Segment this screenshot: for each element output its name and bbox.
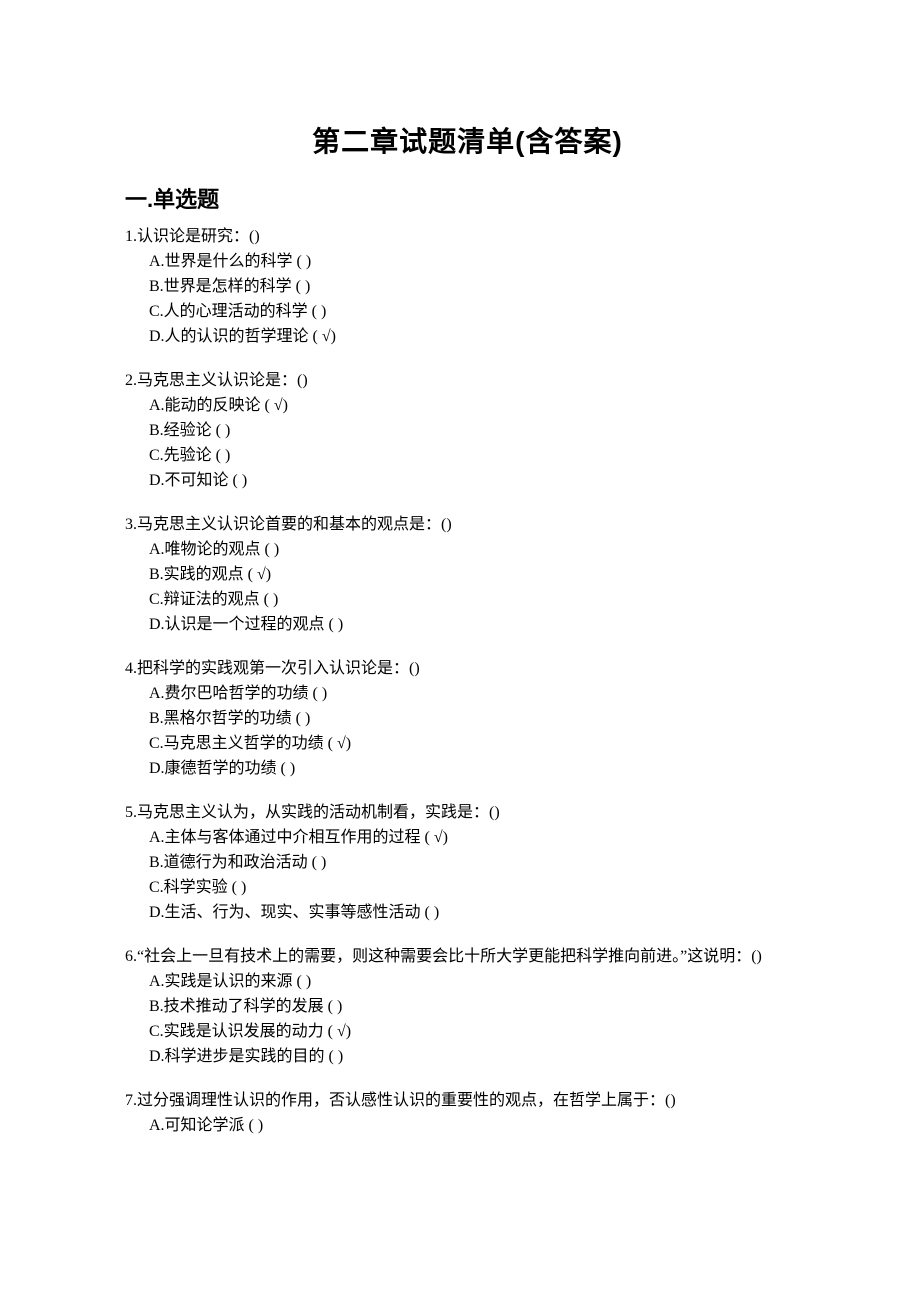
question-block: 6.“社会上一旦有技术上的需要，则这种需要会比十所大学更能把科学推向前进。”这说…	[125, 945, 810, 1069]
question-list: 1.认识论是研究：()A.世界是什么的科学 ( )B.世界是怎样的科学 ( )C…	[125, 225, 810, 1139]
question-option: C.辩证法的观点 ( )	[149, 588, 810, 613]
question-block: 1.认识论是研究：()A.世界是什么的科学 ( )B.世界是怎样的科学 ( )C…	[125, 225, 810, 349]
question-option: A.能动的反映论 ( √)	[149, 394, 810, 419]
question-option: B.经验论 ( )	[149, 419, 810, 444]
question-option: A.实践是认识的来源 ( )	[149, 970, 810, 995]
question-block: 4.把科学的实践观第一次引入认识论是：()A.费尔巴哈哲学的功绩 ( )B.黑格…	[125, 657, 810, 781]
question-stem: 1.认识论是研究：()	[125, 225, 810, 250]
question-option: A.可知论学派 ( )	[149, 1114, 810, 1139]
question-option: B.技术推动了科学的发展 ( )	[149, 995, 810, 1020]
question-option: D.康德哲学的功绩 ( )	[149, 757, 810, 782]
question-option: B.道德行为和政治活动 ( )	[149, 851, 810, 876]
question-option: D.人的认识的哲学理论 ( √)	[149, 325, 810, 350]
question-stem: 7.过分强调理性认识的作用，否认感性认识的重要性的观点，在哲学上属于：()	[125, 1089, 810, 1114]
question-option: A.世界是什么的科学 ( )	[149, 250, 810, 275]
question-block: 7.过分强调理性认识的作用，否认感性认识的重要性的观点，在哲学上属于：()A.可…	[125, 1089, 810, 1139]
question-block: 5.马克思主义认为，从实践的活动机制看，实践是：()A.主体与客体通过中介相互作…	[125, 801, 810, 925]
question-stem: 4.把科学的实践观第一次引入认识论是：()	[125, 657, 810, 682]
question-option: C.马克思主义哲学的功绩 ( √)	[149, 732, 810, 757]
question-option: B.实践的观点 ( √)	[149, 563, 810, 588]
question-option: A.主体与客体通过中介相互作用的过程 ( √)	[149, 826, 810, 851]
question-option: B.世界是怎样的科学 ( )	[149, 275, 810, 300]
section-heading: 一.单选题	[125, 183, 810, 217]
question-stem: 5.马克思主义认为，从实践的活动机制看，实践是：()	[125, 801, 810, 826]
question-option: C.人的心理活动的科学 ( )	[149, 300, 810, 325]
question-stem: 3.马克思主义认识论首要的和基本的观点是：()	[125, 513, 810, 538]
question-option: D.科学进步是实践的目的 ( )	[149, 1045, 810, 1070]
question-option: B.黑格尔哲学的功绩 ( )	[149, 707, 810, 732]
question-block: 2.马克思主义认识论是：()A.能动的反映论 ( √)B.经验论 ( )C.先验…	[125, 369, 810, 493]
question-stem: 2.马克思主义认识论是：()	[125, 369, 810, 394]
question-option: A.费尔巴哈哲学的功绩 ( )	[149, 682, 810, 707]
question-option: C.先验论 ( )	[149, 444, 810, 469]
question-option: D.生活、行为、现实、实事等感性活动 ( )	[149, 901, 810, 926]
question-stem: 6.“社会上一旦有技术上的需要，则这种需要会比十所大学更能把科学推向前进。”这说…	[125, 945, 810, 970]
question-option: D.不可知论 ( )	[149, 469, 810, 494]
question-block: 3.马克思主义认识论首要的和基本的观点是：()A.唯物论的观点 ( )B.实践的…	[125, 513, 810, 637]
document-title: 第二章试题清单(含答案)	[125, 120, 810, 163]
document-page: 第二章试题清单(含答案) 一.单选题 1.认识论是研究：()A.世界是什么的科学…	[0, 0, 920, 1302]
question-option: C.科学实验 ( )	[149, 876, 810, 901]
question-option: D.认识是一个过程的观点 ( )	[149, 613, 810, 638]
question-option: C.实践是认识发展的动力 ( √)	[149, 1020, 810, 1045]
question-option: A.唯物论的观点 ( )	[149, 538, 810, 563]
